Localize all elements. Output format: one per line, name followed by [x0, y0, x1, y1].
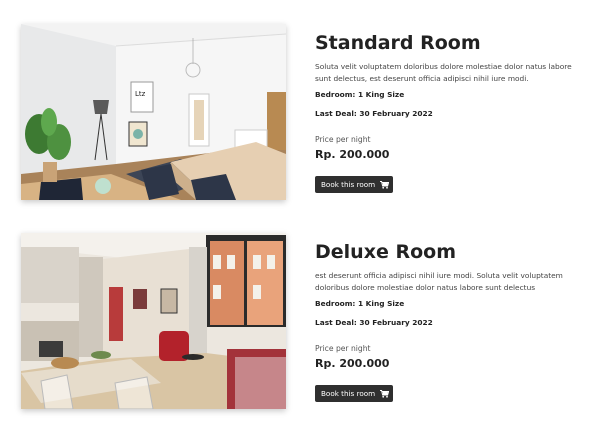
- room-last-deal: Last Deal: 30 February 2022: [315, 318, 433, 327]
- book-room-button[interactable]: Book this room: [315, 385, 393, 402]
- standard-room-image: Ltz: [21, 24, 286, 200]
- room-card-deluxe: Deluxe Room est deserunt officia adipisc…: [21, 233, 581, 409]
- room-bedroom: Bedroom: 1 King Size: [315, 90, 405, 99]
- book-button-label: Book this room: [321, 389, 376, 398]
- cart-icon: [380, 389, 390, 398]
- cart-icon: [380, 180, 390, 189]
- room-last-deal: Last Deal: 30 February 2022: [315, 109, 433, 118]
- room-description: Soluta velit voluptatem doloribus dolore…: [315, 62, 572, 83]
- svg-text:Ltz: Ltz: [135, 90, 146, 98]
- room-bedroom: Bedroom: 1 King Size: [315, 299, 405, 308]
- book-room-button[interactable]: Book this room: [315, 176, 393, 193]
- room-title: Deluxe Room: [315, 241, 456, 263]
- room-price: Rp. 200.000: [315, 357, 390, 370]
- price-label: Price per night: [315, 344, 371, 353]
- room-card-standard: Ltz Standard Room Soluta velit voluptate…: [21, 24, 581, 200]
- room-price: Rp. 200.000: [315, 148, 390, 161]
- deluxe-room-image: [21, 233, 286, 409]
- room-photo: Ltz: [21, 24, 286, 200]
- price-label: Price per night: [315, 135, 371, 144]
- room-title: Standard Room: [315, 32, 481, 54]
- book-button-label: Book this room: [321, 180, 376, 189]
- room-photo: [21, 233, 286, 409]
- room-description: est deserunt officia adipisci nihil iure…: [315, 271, 563, 292]
